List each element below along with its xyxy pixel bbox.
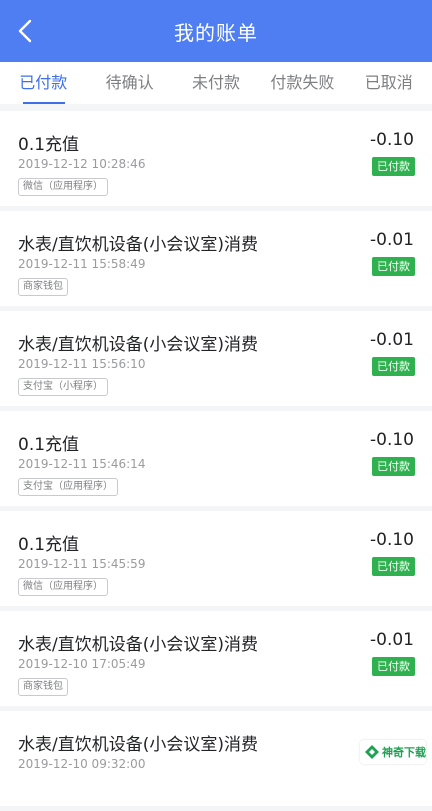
bill-datetime: 2019-12-11 15:56:10 <box>18 357 146 371</box>
tab-unpaid[interactable]: 未付款 <box>173 62 259 104</box>
bill-item[interactable]: 水表/直饮机设备(小会议室)消费 2019-12-11 15:58:49 商家钱… <box>0 211 432 306</box>
tab-label: 付款失败 <box>270 73 335 92</box>
bill-amount: -0.10 <box>370 530 414 550</box>
payment-source-tag: 商家钱包 <box>18 678 68 696</box>
active-tab-indicator <box>23 102 65 104</box>
bill-item[interactable]: 0.1充值 2019-12-11 15:46:14 支付宝（应用程序） -0.1… <box>0 411 432 506</box>
bill-amount: -0.10 <box>370 430 414 450</box>
tab-label: 已取消 <box>364 73 413 92</box>
bill-amount: -0.01 <box>370 230 414 250</box>
tab-payment-failed[interactable]: 付款失败 <box>259 62 345 104</box>
watermark-text: 神奇下载 <box>382 746 426 759</box>
payment-source-tag: 微信（应用程序） <box>18 178 108 196</box>
payment-source-tag: 支付宝（应用程序） <box>18 478 118 496</box>
tab-paid[interactable]: 已付款 <box>0 62 86 104</box>
bill-title: 0.1充值 <box>18 535 80 555</box>
bill-item[interactable]: 0.1充值 2019-12-11 15:45:59 微信（应用程序） -0.10… <box>0 511 432 606</box>
status-badge: 已付款 <box>372 257 415 276</box>
status-badge: 已付款 <box>372 457 415 476</box>
bill-item[interactable]: 水表/直饮机设备(小会议室)消费 2019-12-10 17:05:49 商家钱… <box>0 611 432 706</box>
bill-item[interactable]: 0.1充值 2019-12-12 10:28:46 微信（应用程序） -0.10… <box>0 111 432 206</box>
bill-datetime: 2019-12-10 17:05:49 <box>18 657 146 671</box>
bill-amount: -0.01 <box>370 330 414 350</box>
status-badge: 已付款 <box>372 657 415 676</box>
bill-title: 0.1充值 <box>18 435 80 455</box>
payment-source-tag: 支付宝（小程序） <box>18 378 108 396</box>
tab-label: 待确认 <box>105 73 154 92</box>
status-badge: 已付款 <box>372 357 415 376</box>
bill-datetime: 2019-12-12 10:28:46 <box>18 157 146 171</box>
bill-title: 水表/直饮机设备(小会议室)消费 <box>18 635 258 655</box>
tab-label: 未付款 <box>191 73 240 92</box>
payment-source-tag: 微信（应用程序） <box>18 578 108 596</box>
payment-source-tag: 商家钱包 <box>18 278 68 296</box>
status-badge: 已付款 <box>372 557 415 576</box>
bill-title: 0.1充值 <box>18 135 80 155</box>
bill-amount: -0.01 <box>370 630 414 650</box>
tab-label: 已付款 <box>19 73 68 92</box>
bill-datetime: 2019-12-11 15:58:49 <box>18 257 146 271</box>
bill-title: 水表/直饮机设备(小会议室)消费 <box>18 735 258 755</box>
bill-list: 0.1充值 2019-12-12 10:28:46 微信（应用程序） -0.10… <box>0 111 432 811</box>
tab-bar: 已付款 待确认 未付款 付款失败 已取消 <box>0 62 432 104</box>
bill-datetime: 2019-12-10 09:32:00 <box>18 757 146 771</box>
tab-cancelled[interactable]: 已取消 <box>346 62 432 104</box>
logo-icon <box>365 745 379 759</box>
bill-datetime: 2019-12-11 15:46:14 <box>18 457 146 471</box>
bill-amount: -0.10 <box>370 130 414 150</box>
bill-datetime: 2019-12-11 15:45:59 <box>18 557 146 571</box>
page-title: 我的账单 <box>174 21 258 45</box>
tab-pending-confirm[interactable]: 待确认 <box>86 62 172 104</box>
bill-title: 水表/直饮机设备(小会议室)消费 <box>18 235 258 255</box>
bill-title: 水表/直饮机设备(小会议室)消费 <box>18 335 258 355</box>
bill-item[interactable]: 水表/直饮机设备(小会议室)消费 2019-12-11 15:56:10 支付宝… <box>0 311 432 406</box>
header-bar: 我的账单 <box>0 0 432 62</box>
status-badge: 已付款 <box>372 157 415 176</box>
watermark-badge: 神奇下载 <box>360 740 426 764</box>
